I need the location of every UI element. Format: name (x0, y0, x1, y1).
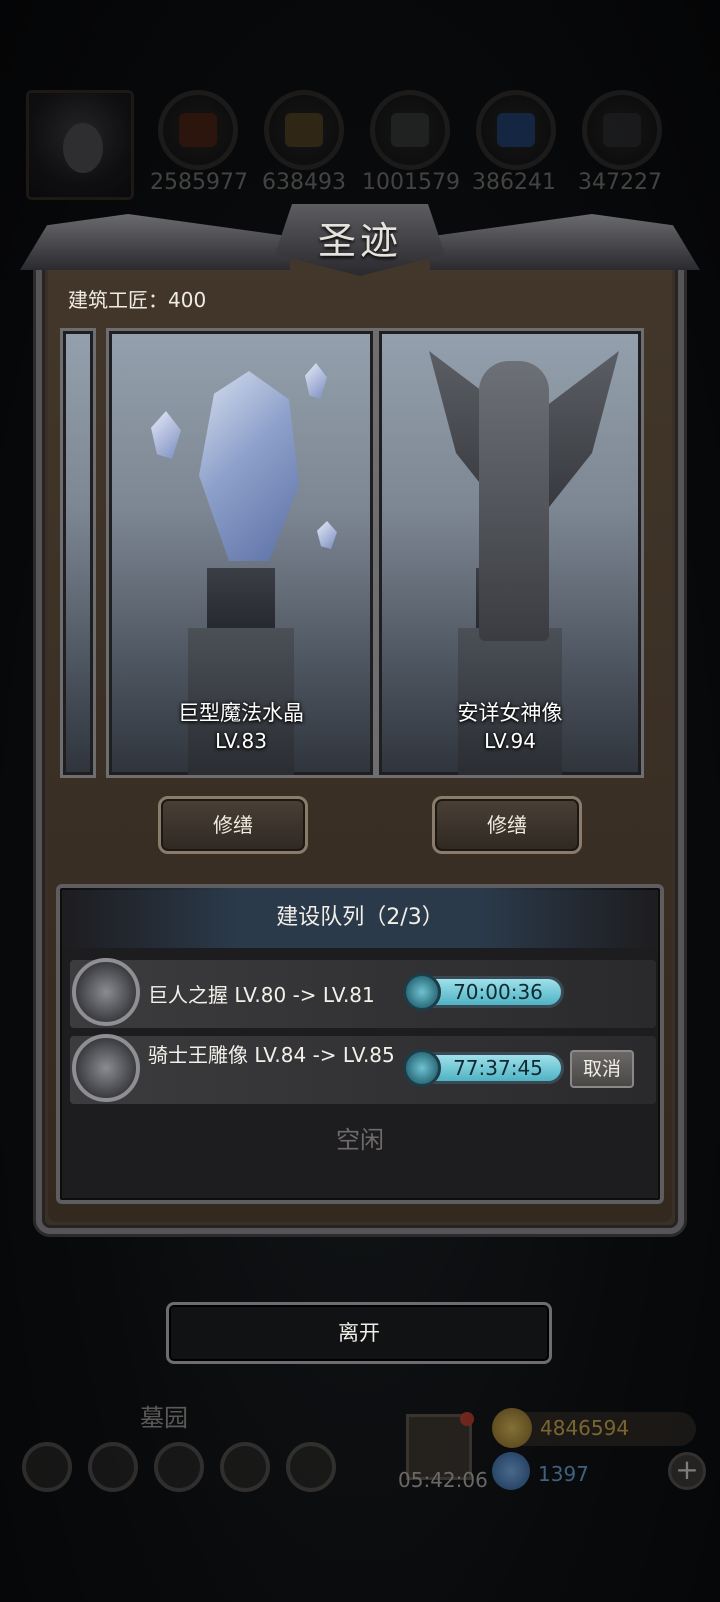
build-queue-panel: 建设队列（2/3） 巨人之握 LV.80 -> LV.81 70:00:36 骑… (56, 884, 664, 1204)
bottom-bar: 墓园 05:42:06 4846594 1397 + (0, 1386, 720, 1602)
gem-icon (492, 1452, 530, 1490)
relic-name: 巨型魔法水晶 (178, 701, 304, 725)
modal-title: 圣迹 (317, 219, 402, 263)
add-currency-button[interactable]: + (668, 1452, 706, 1490)
builder-count: 建筑工匠：400 (68, 288, 207, 312)
bag-icon[interactable] (286, 1442, 336, 1492)
queue-item-label: 骑士王雕像 LV.84 -> LV.85 (148, 1043, 395, 1067)
settings-icon[interactable] (22, 1442, 72, 1492)
magic-crystal-image (199, 371, 299, 561)
gold-counter: 4846594 (492, 1408, 696, 1448)
queue-idle-slot[interactable]: 空闲 (60, 1120, 660, 1155)
relic-card-crystal[interactable]: 巨型魔法水晶 LV.83 (106, 328, 376, 778)
relic-card-goddess[interactable]: 安详女神像 LV.94 (376, 328, 644, 778)
relic-level: LV.94 (484, 729, 536, 753)
queue-item: 巨人之握 LV.80 -> LV.81 70:00:36 (70, 958, 656, 1028)
repair-button-goddess[interactable]: 修缮 (432, 796, 582, 854)
knight-king-statue-icon (72, 1034, 140, 1102)
relic-name: 安详女神像 (457, 701, 563, 725)
giant-grip-icon (72, 958, 140, 1026)
relic-carousel[interactable]: 巨型魔法水晶 LV.83 安详女神像 LV.94 (60, 328, 660, 778)
queue-timer: 70:00:36 (403, 973, 564, 1011)
goddess-statue-image (479, 361, 549, 641)
gem-value: 1397 (538, 1462, 589, 1486)
notification-dot (460, 1412, 474, 1426)
relic-card-partial[interactable] (60, 328, 96, 778)
queue-timer: 77:37:45 (403, 1049, 564, 1087)
queue-item-label: 巨人之握 LV.80 -> LV.81 (148, 983, 375, 1007)
cancel-button[interactable]: 取消 (570, 1050, 634, 1088)
guild-icon[interactable] (154, 1442, 204, 1492)
relic-level: LV.83 (215, 729, 267, 753)
gold-value: 4846594 (540, 1416, 630, 1440)
exit-button[interactable]: 离开 (166, 1302, 552, 1364)
timer-value: 70:00:36 (453, 980, 543, 1004)
gold-coin-icon (492, 1408, 532, 1448)
clock-icon (403, 973, 441, 1011)
relics-modal: 圣迹 建筑工匠：400 巨型魔法水晶 LV.83 安详女神像 LV.94 修缮 … (20, 204, 700, 1264)
build-queue-title: 建设队列（2/3） (60, 888, 660, 948)
gem-counter: 1397 (492, 1452, 636, 1490)
gift-timer: 05:42:06 (398, 1468, 488, 1492)
mail-icon[interactable] (220, 1442, 270, 1492)
repair-button-crystal[interactable]: 修缮 (158, 796, 308, 854)
queue-item: 骑士王雕像 LV.84 -> LV.85 77:37:45 取消 (70, 1034, 656, 1104)
hero-icon[interactable] (88, 1442, 138, 1492)
timer-value: 77:37:45 (453, 1056, 543, 1080)
modal-crest: 圣迹 (20, 204, 700, 280)
clock-icon (403, 1049, 441, 1087)
location-label: 墓园 (140, 1404, 188, 1432)
